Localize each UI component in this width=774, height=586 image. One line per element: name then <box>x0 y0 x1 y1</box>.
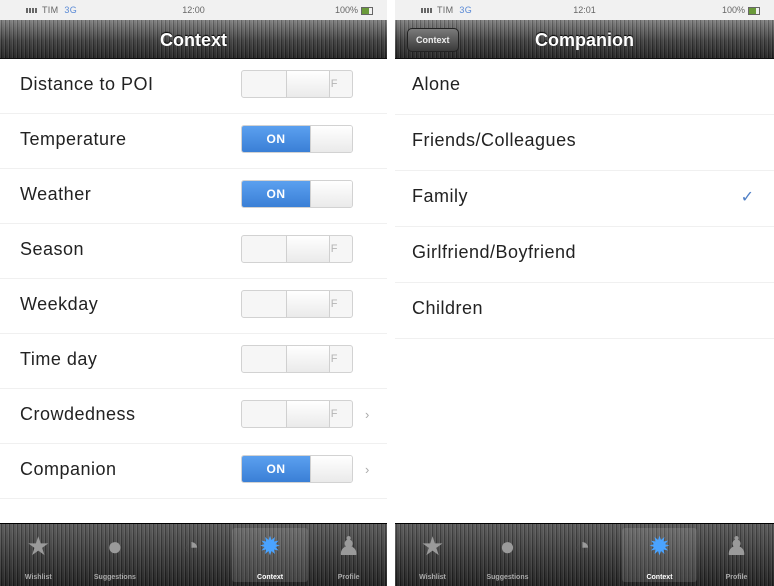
toggle-switch[interactable]: ON <box>241 125 353 153</box>
settings-row[interactable]: Weather ON <box>0 169 387 224</box>
globe-icon: ● <box>499 531 516 561</box>
toggle-switch[interactable]: ON <box>241 455 353 483</box>
tab-label: Suggestions <box>486 574 529 581</box>
page-title: Companion <box>535 30 634 50</box>
battery-percent: 100% <box>334 5 358 15</box>
setting-label: Time day <box>20 349 98 369</box>
gear-icon: ✹ <box>259 531 281 561</box>
tab-item[interactable]: ★ Wishlist <box>0 524 77 586</box>
tab-item[interactable]: ● Suggestions <box>470 524 545 586</box>
settings-row[interactable]: Crowdedness OFF › <box>0 389 387 444</box>
toggle-state: ON <box>242 456 310 482</box>
battery-icon <box>361 6 373 15</box>
toggle-switch[interactable]: OFF <box>241 235 353 263</box>
option-label: Family <box>412 186 468 206</box>
setting-label: Crowdedness <box>20 404 136 424</box>
tab-item[interactable]: ◔ <box>153 524 230 586</box>
tab-label: Suggestions <box>93 574 136 581</box>
tab-bar: ★ Wishlist ● Suggestions ◔ ✹ Context ♟ Profile <box>0 523 387 586</box>
chevron-right-icon[interactable]: › <box>365 462 369 477</box>
navigation-bar: Context <box>0 20 387 59</box>
navigation-bar: Context Companion <box>395 20 774 59</box>
battery-icon <box>748 6 760 15</box>
setting-label: Weekday <box>20 294 99 314</box>
settings-row[interactable]: Weekday OFF <box>0 279 387 334</box>
list-item[interactable]: Children <box>395 283 774 339</box>
toggle-switch[interactable]: OFF <box>241 400 353 428</box>
toggle-switch[interactable]: ON <box>241 180 353 208</box>
tab-item[interactable]: ✹ Context <box>622 528 697 582</box>
tab-item[interactable]: ✹ Context <box>231 528 309 582</box>
settings-row[interactable]: Companion ON › <box>0 444 387 499</box>
setting-label: Weather <box>20 184 92 204</box>
tab-label: Context <box>646 574 673 581</box>
globe-icon: ● <box>107 531 123 561</box>
setting-label: Season <box>20 239 85 259</box>
tab-item[interactable]: ♟ Profile <box>699 524 774 586</box>
toggle-state: ON <box>242 126 310 152</box>
toggle-switch[interactable]: OFF <box>241 290 353 318</box>
settings-row[interactable]: Distance to POI OFF <box>0 59 387 114</box>
tab-label: Wishlist <box>24 574 52 581</box>
toggle-knob[interactable] <box>310 181 352 207</box>
battery-indicator: 100% <box>335 5 373 15</box>
toggle-switch[interactable]: OFF <box>241 70 353 98</box>
option-label: Friends/Colleagues <box>412 130 577 150</box>
list-item[interactable]: Girlfriend/Boyfriend <box>395 227 774 283</box>
settings-row[interactable]: Temperature ON <box>0 114 387 169</box>
context-settings-list: Distance to POI OFF Temperature ON Weather ON… <box>0 59 387 499</box>
companion-options-list: Alone Friends/Colleagues Family ✓ Girlfriend… <box>395 59 774 339</box>
toggle-knob[interactable] <box>310 126 352 152</box>
checkmark-icon: ✓ <box>740 189 754 206</box>
gear-icon: ✹ <box>648 531 671 561</box>
tab-bar: ★ Wishlist ● Suggestions ◔ ✹ Context ♟ Profile <box>395 523 774 586</box>
status-bar: TIM 3G 12:00 100% <box>0 0 387 20</box>
toggle-knob[interactable] <box>286 346 330 372</box>
status-time: 12:00 <box>182 5 205 15</box>
page-title: Context <box>160 30 227 50</box>
tab-label: Profile <box>337 574 360 581</box>
tab-item[interactable]: ♟ Profile <box>310 524 387 586</box>
profile-icon: ♟ <box>724 531 749 561</box>
toggle-knob[interactable] <box>286 291 330 317</box>
settings-row[interactable]: Season OFF <box>0 224 387 279</box>
list-item[interactable]: Friends/Colleagues <box>395 115 774 171</box>
option-label: Girlfriend/Boyfriend <box>412 242 577 262</box>
option-label: Children <box>412 298 484 318</box>
clock-icon: ◔ <box>183 531 200 561</box>
tab-item[interactable]: ◔ <box>545 524 620 586</box>
star-icon: ★ <box>26 531 50 561</box>
chevron-right-icon[interactable]: › <box>365 407 369 422</box>
context-screen: TIM 3G 12:00 100% Context Distance to POI… <box>0 0 387 586</box>
toggle-knob[interactable] <box>286 71 330 97</box>
battery-percent: 100% <box>721 5 745 15</box>
settings-row[interactable]: Time day OFF <box>0 334 387 389</box>
status-time: 12:01 <box>573 5 596 15</box>
toggle-state: ON <box>242 181 310 207</box>
setting-label: Temperature <box>20 129 127 149</box>
companion-screen: TIM 3G 12:01 100% Context Companion Alone… <box>395 0 774 586</box>
tab-label: Wishlist <box>419 574 446 581</box>
list-item[interactable]: Family ✓ <box>395 171 774 227</box>
tab-item[interactable]: ● Suggestions <box>77 524 154 586</box>
star-icon: ★ <box>420 531 445 561</box>
option-label: Alone <box>412 74 461 94</box>
profile-icon: ♟ <box>337 531 361 561</box>
list-item[interactable]: Alone <box>395 59 774 115</box>
tab-label: Profile <box>725 574 748 581</box>
tab-label: Context <box>257 574 284 581</box>
tab-item[interactable]: ★ Wishlist <box>395 524 470 586</box>
toggle-knob[interactable] <box>286 401 330 427</box>
setting-label: Companion <box>20 459 117 479</box>
status-bar: TIM 3G 12:01 100% <box>395 0 774 20</box>
toggle-knob[interactable] <box>286 236 330 262</box>
battery-indicator: 100% <box>722 5 760 15</box>
clock-icon: ◔ <box>574 531 591 561</box>
setting-label: Distance to POI <box>20 74 154 94</box>
toggle-knob[interactable] <box>310 456 352 482</box>
toggle-switch[interactable]: OFF <box>241 345 353 373</box>
